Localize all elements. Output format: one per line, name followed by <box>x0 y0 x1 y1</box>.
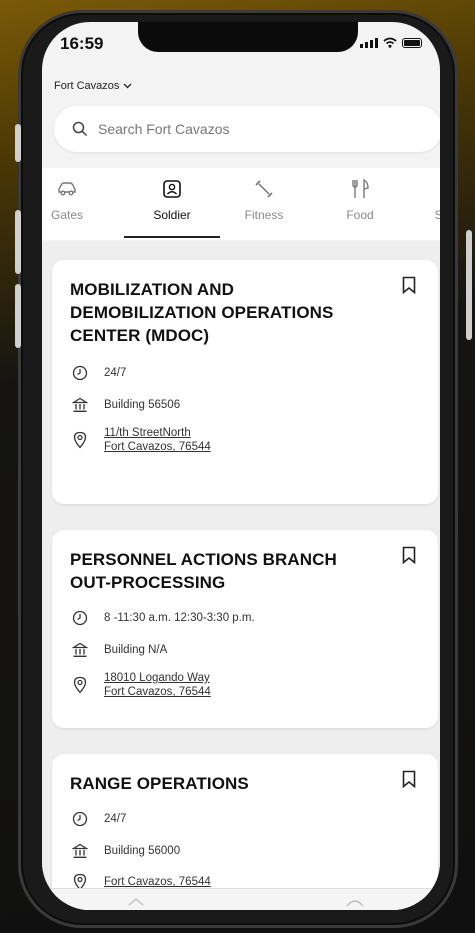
building-row: Building N/A <box>70 642 420 658</box>
chevron-up-icon[interactable] <box>126 897 146 907</box>
hours-row: 24/7 <box>70 811 420 827</box>
address-line-2[interactable]: Fort Cavazos, 76544 <box>104 441 211 453</box>
location-label: Fort Cavazos <box>54 80 120 92</box>
building-icon <box>72 843 88 859</box>
active-tab-indicator <box>124 236 220 238</box>
wifi-icon <box>383 37 397 48</box>
hours-row: 24/7 <box>70 365 420 381</box>
card-title: PERSONNEL ACTIONS BRANCH OUT-PROCESSING <box>70 550 337 592</box>
building-row: Building 56506 <box>70 397 420 413</box>
app-screen: 16:59 Fort Cavazos Search Fort Cavazos G… <box>42 22 440 910</box>
dumbbell-icon <box>255 180 273 198</box>
card-hours: 24/7 <box>104 813 127 825</box>
clock-icon <box>72 365 88 381</box>
location-card[interactable]: PERSONNEL ACTIONS BRANCH OUT-PROCESSING … <box>52 530 438 728</box>
battery-icon <box>402 38 422 48</box>
tab-support[interactable]: Su <box>397 168 440 240</box>
signal-icon <box>360 38 378 48</box>
bookmark-icon[interactable] <box>402 276 416 294</box>
id-badge-icon <box>163 180 181 198</box>
fork-knife-icon <box>352 178 369 198</box>
clock-icon <box>72 811 88 827</box>
tab-soldier[interactable]: Soldier <box>127 168 217 240</box>
phone-silent-switch <box>15 124 21 162</box>
search-icon <box>72 121 88 137</box>
building-row: Building 56000 <box>70 843 420 859</box>
status-icons <box>360 37 422 48</box>
address-row[interactable]: 18010 Logando Way Fort Cavazos, 76544 <box>70 672 420 698</box>
location-card[interactable]: MOBILIZATION AND DEMOBILIZATION OPERATIO… <box>52 260 438 504</box>
search-bar[interactable] <box>54 106 440 152</box>
location-selector[interactable]: Fort Cavazos <box>54 80 132 92</box>
tab-gates[interactable]: Gates <box>42 168 112 240</box>
tab-support-label: Su <box>434 208 440 222</box>
location-pin-icon <box>73 676 87 694</box>
location-card[interactable]: RANGE OPERATIONS 24/7 Building 56000 For… <box>52 754 438 910</box>
phone-volume-down <box>15 284 21 348</box>
card-title: MOBILIZATION AND DEMOBILIZATION OPERATIO… <box>70 280 334 345</box>
tab-fitness[interactable]: Fitness <box>219 168 309 240</box>
address-line-1[interactable]: 11/th StreetNorth <box>104 427 211 439</box>
card-title: RANGE OPERATIONS <box>70 774 249 793</box>
location-list: MOBILIZATION AND DEMOBILIZATION OPERATIO… <box>42 242 440 910</box>
address-row[interactable]: 11/th StreetNorth Fort Cavazos, 76544 <box>70 427 420 453</box>
tab-food-label: Food <box>346 208 374 222</box>
card-building: Building N/A <box>104 644 168 656</box>
bookmark-icon[interactable] <box>402 770 416 788</box>
partial-icon <box>431 178 440 200</box>
tab-gates-label: Gates <box>50 208 83 222</box>
phone-power-button <box>466 230 472 340</box>
location-pin-icon <box>73 431 87 449</box>
bookmark-icon[interactable] <box>402 546 416 564</box>
hours-row: 8 -11:30 a.m. 12:30-3:30 p.m. <box>70 610 420 626</box>
address-line-1[interactable]: Fort Cavazos, 76544 <box>104 876 211 888</box>
tab-food[interactable]: Food <box>315 168 405 240</box>
bottom-nav-bar <box>42 888 440 910</box>
status-time: 16:59 <box>60 34 104 53</box>
search-input[interactable] <box>98 121 398 137</box>
card-building: Building 56506 <box>104 399 181 411</box>
tab-soldier-label: Soldier <box>153 208 191 222</box>
card-hours: 24/7 <box>104 367 127 379</box>
clock-icon <box>72 610 88 626</box>
category-tabs: Gates Soldier Fitness Food S <box>42 168 440 240</box>
tab-fitness-label: Fitness <box>244 208 284 222</box>
phone-volume-up <box>15 210 21 274</box>
nav-arc-icon[interactable] <box>344 897 366 907</box>
building-icon <box>72 642 88 658</box>
dynamic-island <box>138 22 358 52</box>
address-line-2[interactable]: Fort Cavazos, 76544 <box>104 686 211 698</box>
card-building: Building 56000 <box>104 845 181 857</box>
car-icon <box>58 182 76 196</box>
building-icon <box>72 397 88 413</box>
address-line-1[interactable]: 18010 Logando Way <box>104 672 211 684</box>
card-hours: 8 -11:30 a.m. 12:30-3:30 p.m. <box>104 612 255 624</box>
chevron-down-icon <box>123 83 132 89</box>
